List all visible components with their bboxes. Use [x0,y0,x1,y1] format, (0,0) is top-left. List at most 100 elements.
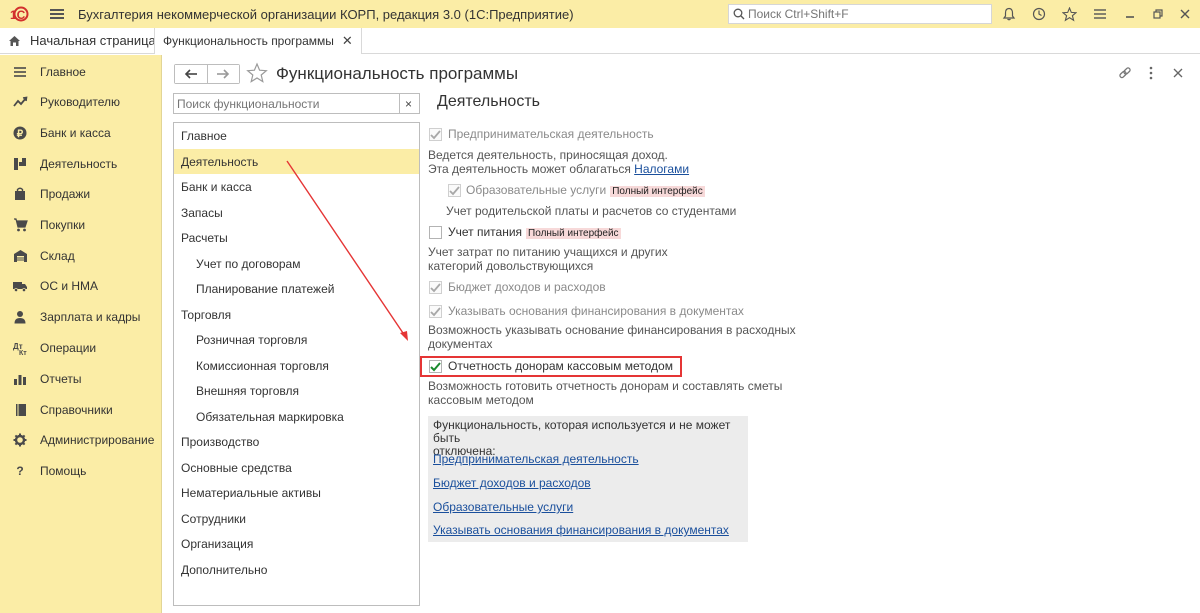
list-item-selected[interactable]: Деятельность [174,149,419,174]
tab-functionality-label: Функциональность программы [163,34,334,48]
entrepreneurial-checkbox[interactable] [429,128,442,141]
list-item[interactable]: Учет по договорам [174,251,419,276]
list-item[interactable]: Торговля [174,302,419,327]
full-interface-badge: Полный интерфейс [526,228,621,239]
back-button[interactable] [175,65,207,83]
checkmark-icon [449,185,460,195]
list-item[interactable]: Комиссионная торговля [174,353,419,378]
sidebar-item-reports[interactable]: Отчеты [0,364,162,394]
functionality-search: × [173,93,420,114]
entrepreneurial-label: Предпринимательская деятельность [448,127,654,141]
main-menu-icon[interactable] [50,9,64,19]
restore-icon[interactable] [1149,5,1167,23]
sidebar-item-sales[interactable]: Продажи [0,179,162,209]
svg-text:Кт: Кт [19,350,27,355]
list-item[interactable]: Банк и касса [174,174,419,199]
functionality-search-input[interactable] [174,96,399,111]
sidebar-item-warehouse[interactable]: Склад [0,241,162,271]
sidebar-item-salary[interactable]: Зарплата и кадры [0,302,162,332]
list-item[interactable]: Производство [174,429,419,454]
budget-checkbox[interactable] [429,281,442,294]
meals-label: Учет питания Полный интерфейс [448,225,621,239]
sidebar-item-activity[interactable]: Деятельность [0,149,162,179]
sidebar-item-main[interactable]: Главное [0,57,162,87]
operations-icon: Дт Кт [12,340,28,356]
full-interface-badge: Полный интерфейс [610,186,705,197]
history-icon[interactable] [1030,5,1048,23]
taxes-link[interactable]: Налогами [634,162,689,176]
sidebar-item-label: Руководителю [40,95,121,109]
link-entrepreneurial[interactable]: Предпринимательская деятельность [433,452,639,466]
warehouse-icon [12,248,28,264]
tab-home-label: Начальная страница [30,33,156,48]
clear-search-button[interactable]: × [399,94,417,113]
sidebar-item-help[interactable]: ? Помощь [0,456,162,486]
sidebar-item-assets[interactable]: ОС и НМА [0,271,162,301]
sidebar-item-operations[interactable]: Дт Кт Операции [0,333,162,363]
link-icon[interactable] [1117,65,1133,81]
sidebar-item-label: Помощь [40,464,87,478]
activity-icon [12,156,28,172]
list-item[interactable]: Главное [174,123,419,148]
list-item[interactable]: Дополнительно [174,557,419,582]
page-title: Функциональность программы [276,64,519,83]
tab-functionality[interactable]: Функциональность программы ✕ [154,28,362,55]
link-funding[interactable]: Указывать основания финансирования в док… [433,523,729,537]
favorite-star-icon[interactable] [246,62,268,87]
close-form-icon[interactable] [1170,65,1186,81]
close-icon[interactable] [1176,5,1194,23]
list-item[interactable]: Розничная торговля [174,327,419,352]
truck-icon [12,278,28,294]
list-item[interactable]: Внешняя торговля [174,378,419,403]
sidebar-item-manager[interactable]: Руководителю [0,87,162,117]
minimize-icon[interactable] [1121,5,1139,23]
link-budget[interactable]: Бюджет доходов и расходов [433,476,591,490]
list-item[interactable]: Запасы [174,200,419,225]
bag-icon [12,186,28,202]
list-item[interactable]: Расчеты [174,225,419,250]
list-item[interactable]: Нематериальные активы [174,480,419,505]
meals-desc-2: категорий довольствующихся [428,259,594,273]
star-icon[interactable] [1060,5,1078,23]
infobox-text-line1: Функциональность, которая используется и… [433,418,731,445]
meals-checkbox[interactable] [429,226,442,239]
checkmark-icon [430,282,441,292]
sidebar-item-label: Склад [40,249,75,263]
arrow-left-icon [184,69,197,79]
list-item[interactable]: Сотрудники [174,506,419,531]
used-functionality-box: Функциональность, которая используется и… [428,416,748,542]
donors-checkbox[interactable] [429,360,442,373]
educational-desc: Учет родительской платы и расчетов со ст… [446,204,737,218]
funding-desc: Возможность указывать основание финансир… [428,323,796,337]
educational-label-text: Образовательные услуги [466,183,607,197]
svg-text:₽: ₽ [17,129,24,140]
cart-icon [12,217,28,233]
arrow-right-icon [217,69,230,79]
sidebar-item-purchases[interactable]: Покупки [0,210,162,240]
sidebar-item-bank[interactable]: ₽ Банк и касса [0,118,162,148]
sections-list: Главное Деятельность Банк и касса Запасы… [173,122,420,606]
list-item[interactable]: Организация [174,531,419,556]
sidebar-item-label: Отчеты [40,372,82,386]
home-icon [9,35,20,46]
more-actions-icon[interactable] [1143,65,1159,81]
global-search-input[interactable] [748,7,978,21]
donors-desc: Возможность готовить отчетность донорам … [428,379,783,393]
funding-checkbox[interactable] [429,305,442,318]
list-item[interactable]: Основные средства [174,455,419,480]
link-educational[interactable]: Образовательные услуги [433,500,573,514]
list-item[interactable]: Обязательная маркировка [174,404,419,429]
menu-lines-icon[interactable] [1091,5,1109,23]
tab-home[interactable]: Начальная страница [8,33,156,48]
global-search[interactable] [728,4,992,24]
educational-checkbox[interactable] [448,184,461,197]
tab-close-icon[interactable]: ✕ [342,33,353,49]
budget-label: Бюджет доходов и расходов [448,280,606,294]
sidebar-item-admin[interactable]: Администрирование [0,425,162,455]
sidebar-item-directories[interactable]: Справочники [0,395,162,425]
trend-icon [12,94,28,110]
entrepreneurial-desc-taxes: Эта деятельность может облагаться Налога… [428,162,689,176]
forward-button[interactable] [206,65,239,83]
list-item[interactable]: Планирование платежей [174,276,419,301]
bell-icon[interactable] [1000,5,1018,23]
